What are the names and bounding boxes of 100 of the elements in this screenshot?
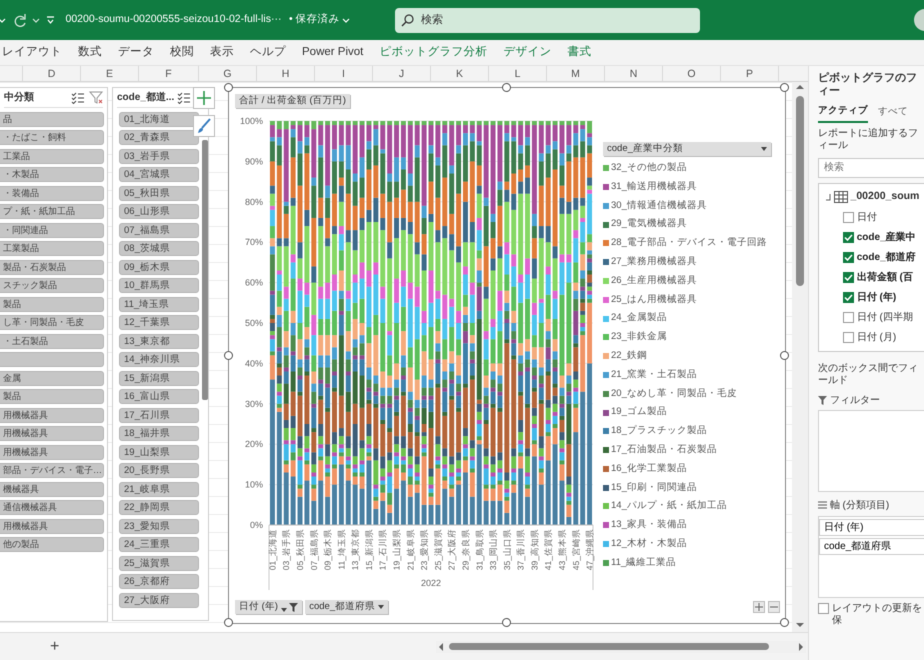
slicer-item[interactable]: 05_秋田県 (119, 186, 199, 200)
slicer-item[interactable]: 20_長野県 (119, 463, 199, 478)
slicer-item[interactable]: 18_福井県 (119, 426, 199, 441)
slicer-item[interactable]: し革・同製品・毛皮 (0, 315, 104, 330)
slicer-item[interactable]: ・同関連品 (0, 222, 104, 238)
slicer-item[interactable]: 用機械器具 (0, 408, 104, 422)
slicer-item[interactable]: 03_岩手県 (119, 148, 199, 164)
slicer-item[interactable]: 25_滋賀県 (119, 556, 199, 570)
pane-tab[interactable]: すべて (878, 104, 908, 123)
slicer-item[interactable]: ・たばこ・飼料 (0, 130, 104, 145)
axis-label: 15_新潟県 (364, 529, 374, 570)
ribbon-tab[interactable]: 書式 (559, 44, 600, 62)
legend-label: 28_電子部品・デバイス・電子回路 (611, 236, 767, 250)
slicer-item[interactable]: プ・紙・紙加工品 (0, 204, 104, 219)
axis-label: 19_山梨県 (392, 529, 402, 570)
axis-label: 90% (244, 156, 263, 166)
slicer-item[interactable]: 09_栃木県 (119, 260, 199, 274)
slicer-item[interactable]: 品 (0, 112, 104, 126)
column-header[interactable]: K (431, 66, 489, 81)
slicer-item[interactable]: 製品 (0, 296, 104, 312)
slicer-item[interactable]: 10_群馬県 (119, 278, 199, 293)
slicer-item[interactable]: 製品 (0, 389, 104, 404)
slicer-item[interactable]: 08_茨城県 (119, 241, 199, 256)
search-field[interactable]: 検索 (395, 8, 700, 32)
ribbon-tab[interactable]: データ (110, 44, 162, 62)
search-field[interactable]: 検索 (818, 158, 924, 178)
slicer-item[interactable]: ・装備品 (0, 186, 104, 200)
column-header[interactable]: H (257, 66, 315, 81)
slicer-item[interactable]: 23_愛知県 (119, 518, 199, 534)
column-header[interactable]: M (547, 66, 605, 81)
ribbon-tab[interactable]: レイアウト (0, 44, 70, 62)
ribbon-tab[interactable]: ヘルプ (242, 44, 294, 62)
slicer-item[interactable]: 14_神奈川県 (119, 352, 199, 367)
slicer-item[interactable]: 用機械器具 (0, 444, 104, 460)
column-header[interactable]: D (23, 66, 81, 81)
slicer-item[interactable]: 26_京都府 (119, 574, 199, 589)
slicer-item[interactable]: 02_青森県 (119, 130, 199, 145)
column-header[interactable]: N (605, 66, 663, 81)
column-header[interactable]: L (489, 66, 547, 81)
slicer-item[interactable]: 11_埼玉県 (119, 296, 199, 312)
ribbon-tab[interactable]: Power Pivot (294, 44, 372, 62)
slicer-item[interactable]: 用機械器具 (0, 518, 104, 534)
legend-label: 27_業務用機械器具 (611, 255, 697, 269)
field-button[interactable]: 日付 (年) (235, 600, 302, 614)
column-header[interactable]: I (315, 66, 373, 81)
slicer-item[interactable]: スチック製品 (0, 278, 104, 293)
axis-label: 35_山口県 (502, 529, 512, 570)
axis-field-item[interactable]: 日付 (年) (819, 518, 924, 536)
slicer-item[interactable]: ・木製品 (0, 167, 104, 182)
ribbon-tab[interactable]: ピボットグラフ分析 (371, 44, 496, 62)
field-button[interactable]: code_都道府県 (305, 600, 388, 614)
axis-field-item[interactable]: code_都道府県 (819, 538, 924, 554)
slicer-item[interactable]: 27_大阪府 (119, 592, 199, 608)
ribbon-tab[interactable]: 表示 (202, 44, 242, 62)
slicer-item[interactable]: 22_静岡県 (119, 500, 199, 515)
slicer-item[interactable]: 16_富山県 (119, 389, 199, 404)
ribbon-tab[interactable]: 数式 (70, 44, 110, 62)
slicer-item[interactable]: 用機械器具 (0, 426, 104, 441)
slicer-item[interactable]: 24_三重県 (119, 537, 199, 552)
column-header[interactable]: J (373, 66, 431, 81)
slicer-item[interactable]: 07_福島県 (119, 222, 199, 238)
column-header[interactable]: G (199, 66, 257, 81)
slicer-item[interactable]: 機械器具 (0, 482, 104, 496)
slicer-item[interactable]: 15_新潟県 (119, 370, 199, 386)
column-header[interactable]: P (721, 66, 779, 81)
search-input[interactable]: 検索 (419, 10, 659, 30)
legend-label: 21_窯業・土石製品 (611, 368, 697, 382)
slicer-item[interactable]: 21_岐阜県 (119, 482, 199, 496)
column-header[interactable]: F (139, 66, 199, 81)
slicer-item[interactable]: 04_宮城県 (119, 167, 199, 182)
slicer-item[interactable]: 工業品 (0, 148, 104, 164)
field-label: 日付 (年) (856, 290, 896, 305)
legend-label: 29_電気機械器具 (611, 217, 687, 232)
axis-label: 25_滋賀県 (432, 529, 443, 570)
field-button[interactable]: 合計 / 出荷金額 (百万円) (235, 94, 350, 108)
slicer-item[interactable]: 19_山梨県 (119, 444, 199, 460)
column-header[interactable]: O (663, 66, 721, 81)
slicer-item[interactable]: 金属 (0, 370, 104, 386)
slicer-item[interactable]: 01_北海道 (119, 112, 199, 126)
slicer-item[interactable]: 通信機械器具 (0, 500, 104, 515)
slicer-item[interactable]: 06_山形県 (119, 204, 199, 219)
field-button[interactable]: code_産業中分類 (603, 142, 771, 156)
add-sheet-button[interactable]: + (44, 634, 66, 658)
slicer-item[interactable]: 12_千葉県 (119, 315, 199, 330)
axis-label: 09_栃木県 (322, 529, 333, 570)
slicer-item[interactable]: 他の製品 (0, 537, 104, 552)
ribbon-tab[interactable]: 校閲 (162, 44, 202, 62)
legend-label: 26_生産用機械器具 (611, 274, 697, 288)
slicer-item[interactable]: 製品・石炭製品 (0, 260, 104, 274)
slicer-item[interactable]: ・土石製品 (0, 334, 104, 348)
slicer-item[interactable]: 工業製品 (0, 241, 104, 256)
column-header[interactable]: E (81, 66, 139, 81)
slicer-item[interactable]: 13_東京都 (119, 334, 199, 348)
save-status-button[interactable]: • 保存済み (286, 12, 352, 28)
pane-tab[interactable]: アクティブ (818, 104, 868, 123)
slicer-item[interactable]: 17_石川県 (119, 408, 199, 422)
axis-label: 70% (244, 237, 263, 248)
slicer-item[interactable]: 部品・デバイス・電子… (0, 463, 104, 478)
file-name: 00200-soumu-00200555-seizou10-02-full-lis··· (66, 12, 282, 28)
ribbon-tab[interactable]: デザイン (495, 44, 560, 62)
